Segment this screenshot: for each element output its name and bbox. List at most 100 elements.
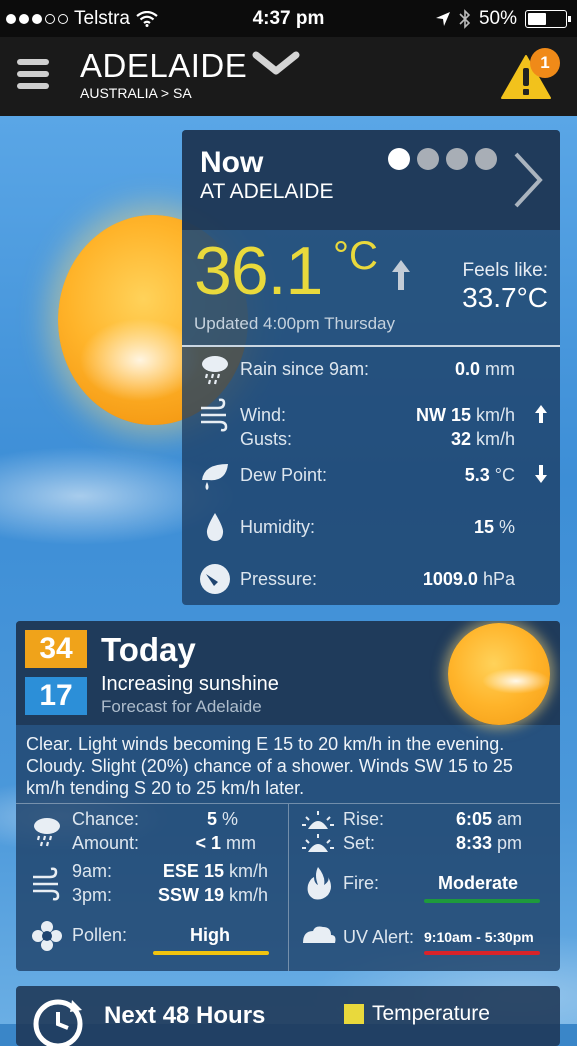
- wind-3pm-unit: km/h: [228, 885, 268, 905]
- fire-danger-value: Moderate: [438, 873, 519, 893]
- next-48-hours-title: Next 48 Hours: [104, 1002, 266, 1029]
- humidity-row: Humidity: 15 %: [182, 510, 560, 550]
- sunset-label: Set:: [343, 833, 376, 853]
- cloud-icon: [471, 661, 560, 701]
- today-summary: Increasing sunshine: [101, 673, 279, 695]
- rain-amount-value: < 1: [195, 833, 221, 853]
- divider: [288, 804, 289, 971]
- humidity-label: Humidity:: [240, 517, 316, 537]
- rain-unit: mm: [485, 359, 515, 379]
- sunrise-unit: am: [496, 809, 522, 829]
- pollen-value: High: [190, 925, 230, 945]
- wind-icon: [33, 867, 60, 901]
- wind-9am-unit: km/h: [228, 861, 268, 881]
- pollen-level-bar: [153, 951, 269, 955]
- pressure-row: Pressure: 1009.0 hPa: [182, 562, 560, 602]
- arrow-up-icon: [535, 405, 547, 423]
- next-48-hours-panel[interactable]: Next 48 Hours Temperature: [16, 986, 560, 1046]
- page-dot[interactable]: [388, 148, 410, 170]
- uv-icon: [303, 926, 336, 943]
- wind-9am-value: ESE 15: [162, 861, 224, 881]
- page-indicator[interactable]: [388, 148, 497, 170]
- rising-arrow-icon: [392, 260, 410, 290]
- humidity-value: 15: [473, 517, 494, 537]
- rain-icon: [202, 356, 228, 385]
- rain-label: Rain since 9am:: [240, 359, 370, 379]
- alert-count-badge[interactable]: 1: [530, 48, 560, 78]
- chevron-down-icon[interactable]: [252, 51, 300, 77]
- humidity-unit: %: [498, 517, 515, 537]
- gusts-label: Gusts:: [240, 429, 293, 449]
- dew-point-icon: [202, 464, 228, 490]
- rain-value: 0.0: [454, 359, 480, 379]
- sunrise-label: Rise:: [343, 809, 385, 829]
- gusts-row: Gusts: 32 km/h: [182, 422, 560, 462]
- clock-refresh-icon: [33, 999, 83, 1046]
- chance-label: Chance:: [72, 809, 140, 829]
- feels-like-value: 33.7°C: [462, 282, 548, 313]
- now-title: Now: [200, 146, 264, 179]
- status-bar: Telstra 4:37 pm 50%: [0, 0, 577, 37]
- sunrise-value: 6:05: [455, 809, 492, 829]
- pressure-value: 1009.0: [422, 569, 478, 589]
- sunrise-icon: [302, 811, 334, 829]
- temperature-legend-swatch: [344, 1004, 364, 1024]
- rain-row: Rain since 9am: 0.0 mm: [182, 352, 560, 392]
- wind-3pm-value: SSW 19: [157, 885, 224, 905]
- pressure-unit: hPa: [482, 569, 515, 589]
- pollen-label: Pollen:: [72, 925, 128, 945]
- temperature-unit: °C: [333, 234, 378, 278]
- temperature-legend-label: Temperature: [372, 1002, 490, 1025]
- rain-icon: [34, 818, 60, 847]
- fire-label: Fire:: [343, 873, 379, 893]
- app-header: ADELAIDE AUSTRALIA > SA 1: [0, 37, 577, 116]
- location-icon: [435, 12, 450, 26]
- now-location: AT ADELAIDE: [200, 180, 334, 203]
- fire-danger-bar: [424, 899, 540, 903]
- rain-amount-unit: mm: [226, 833, 256, 853]
- today-forecast-panel[interactable]: 34 17 Today Increasing sunshine Forecast…: [16, 621, 560, 971]
- arrow-down-icon: [535, 465, 547, 483]
- uv-alert-bar: [424, 951, 540, 955]
- chevron-right-icon[interactable]: [510, 150, 546, 210]
- wind-9am-label: 9am:: [72, 861, 113, 881]
- battery-percent: 50%: [478, 8, 517, 29]
- city-name[interactable]: ADELAIDE: [80, 47, 247, 85]
- forecast-location: Forecast for Adelaide: [101, 697, 262, 716]
- min-temperature: 17: [25, 677, 87, 715]
- divider: [182, 345, 560, 347]
- current-observation-panel: Now AT ADELAIDE 36.1 °C Feels like: 33.7…: [182, 130, 560, 605]
- amount-label: Amount:: [72, 833, 140, 853]
- current-temperature: 36.1: [194, 233, 323, 309]
- uv-alert-label: UV Alert:: [343, 927, 415, 947]
- humidity-icon: [206, 513, 224, 541]
- forecast-details: Clear. Light winds becoming E 15 to 20 k…: [26, 734, 513, 798]
- page-dot[interactable]: [446, 148, 468, 170]
- hamburger-menu-icon[interactable]: [17, 59, 49, 93]
- page-dot[interactable]: [417, 148, 439, 170]
- dew-point-value: 5.3: [464, 465, 490, 485]
- updated-time: Updated 4:00pm Thursday: [194, 314, 395, 333]
- feels-like-label: Feels like:: [462, 260, 548, 281]
- rain-chance-value: 5: [206, 809, 217, 829]
- fire-icon: [307, 867, 331, 900]
- uv-alert-value: 9:10am - 5:30pm: [424, 929, 534, 945]
- page-dot[interactable]: [475, 148, 497, 170]
- gusts-unit: km/h: [475, 429, 515, 449]
- pressure-gauge-icon: [200, 564, 230, 594]
- sunset-icon: [302, 834, 334, 852]
- sunset-value: 8:33: [455, 833, 492, 853]
- dew-point-label: Dew Point:: [240, 465, 328, 485]
- battery-icon: [525, 10, 571, 28]
- today-title: Today: [101, 631, 196, 668]
- region-breadcrumb: AUSTRALIA > SA: [80, 85, 192, 101]
- pollen-flower-icon: [32, 921, 62, 951]
- wind-3pm-label: 3pm:: [72, 885, 113, 905]
- gusts-value: 32: [450, 429, 471, 449]
- rain-chance-unit: %: [221, 809, 238, 829]
- max-temperature: 34: [25, 630, 87, 668]
- dew-point-row: Dew Point: 5.3 °C: [182, 458, 560, 498]
- sunset-unit: pm: [496, 833, 522, 853]
- dew-point-unit: °C: [494, 465, 515, 485]
- pressure-label: Pressure:: [240, 569, 318, 589]
